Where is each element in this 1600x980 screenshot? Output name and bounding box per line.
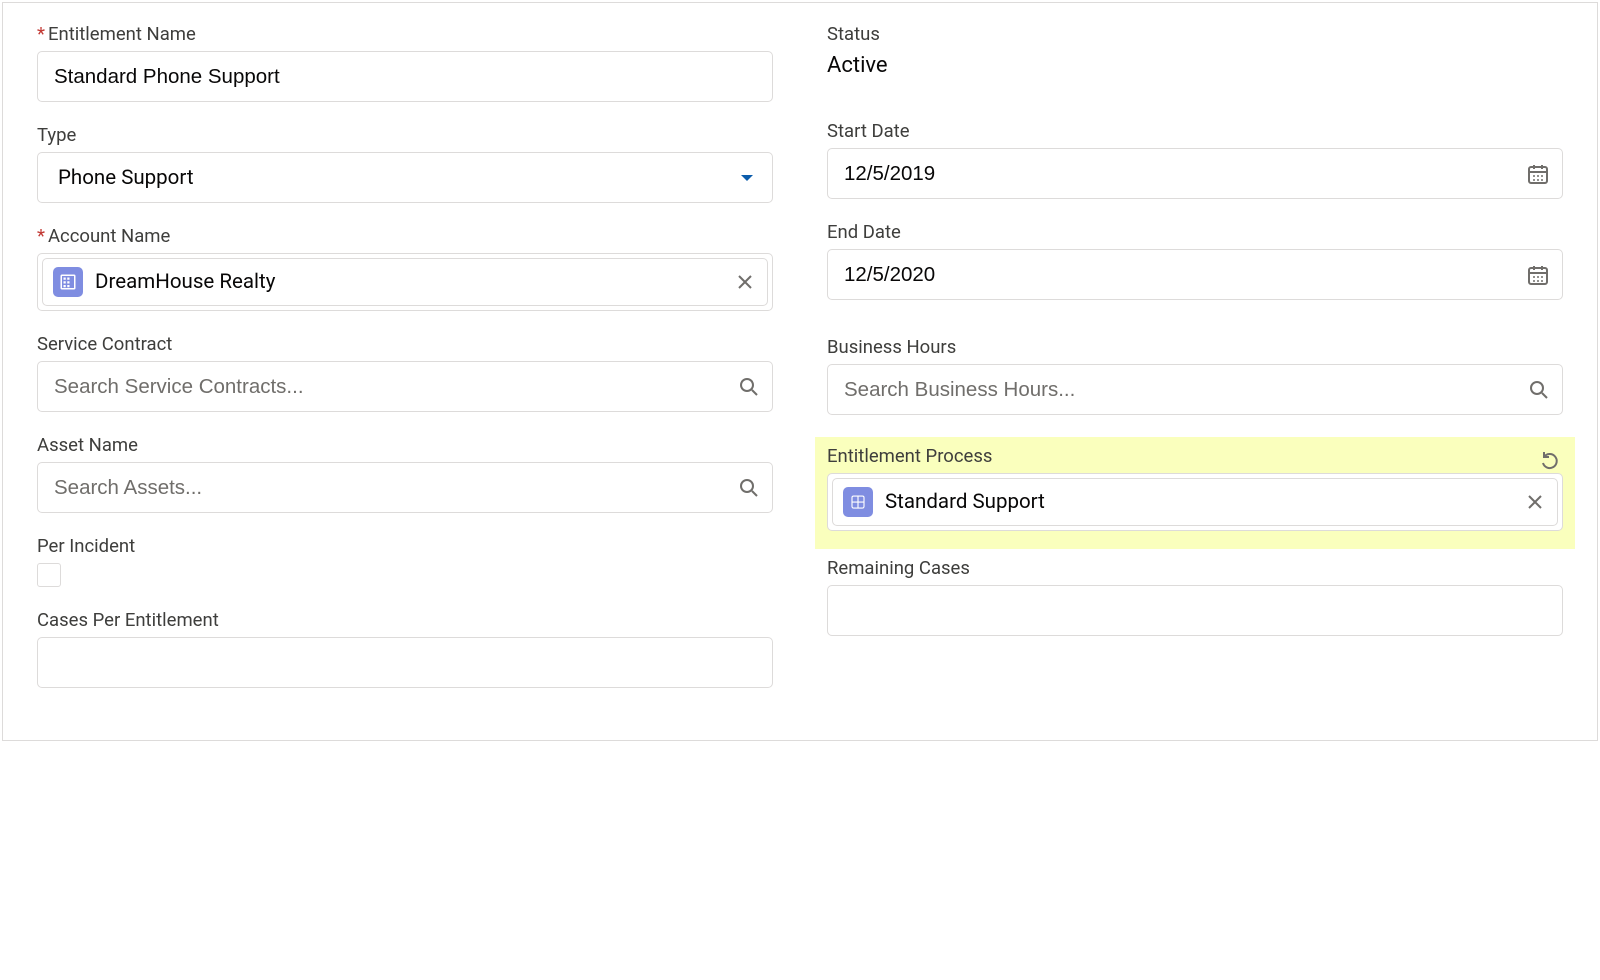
service-contract-field: Service Contract (37, 333, 773, 412)
business-hours-field: Business Hours (827, 336, 1563, 415)
calendar-icon[interactable] (1527, 264, 1549, 286)
left-column: Entitlement Name Type Phone Support Acco… (37, 23, 773, 710)
cases-per-entitlement-input[interactable] (37, 637, 773, 688)
start-date-field: Start Date (827, 120, 1563, 199)
start-date-label: Start Date (827, 120, 1563, 142)
entitlement-form: Entitlement Name Type Phone Support Acco… (2, 2, 1598, 741)
entitlement-process-label: Entitlement Process (827, 445, 1563, 467)
per-incident-field: Per Incident (37, 535, 773, 587)
end-date-field: End Date (827, 221, 1563, 300)
caret-down-icon (740, 173, 754, 183)
business-hours-input[interactable] (827, 364, 1563, 415)
cases-per-entitlement-label: Cases Per Entitlement (37, 609, 773, 631)
calendar-icon[interactable] (1527, 163, 1549, 185)
account-name-label: Account Name (37, 225, 773, 247)
business-hours-label: Business Hours (827, 336, 1563, 358)
asset-name-field: Asset Name (37, 434, 773, 513)
per-incident-checkbox[interactable] (37, 563, 61, 587)
entitlement-process-icon (843, 487, 873, 517)
account-icon (53, 267, 83, 297)
entitlement-process-field: Entitlement Process Standard Support (815, 437, 1575, 549)
end-date-input[interactable] (827, 249, 1563, 300)
per-incident-label: Per Incident (37, 535, 773, 557)
type-value: Phone Support (58, 166, 194, 190)
type-select[interactable]: Phone Support (37, 152, 773, 203)
service-contract-input[interactable] (37, 361, 773, 412)
service-contract-label: Service Contract (37, 333, 773, 355)
end-date-label: End Date (827, 221, 1563, 243)
entitlement-process-value: Standard Support (885, 490, 1511, 514)
remaining-cases-input[interactable] (827, 585, 1563, 636)
entitlement-process-lookup[interactable]: Standard Support (827, 473, 1563, 531)
type-label: Type (37, 124, 773, 146)
status-label: Status (827, 23, 1563, 45)
asset-name-label: Asset Name (37, 434, 773, 456)
entitlement-process-pill: Standard Support (832, 478, 1558, 526)
asset-name-input[interactable] (37, 462, 773, 513)
remaining-cases-field: Remaining Cases (827, 557, 1563, 636)
account-name-field: Account Name DreamHouse Realty (37, 225, 773, 311)
entitlement-name-input[interactable] (37, 51, 773, 102)
cases-per-entitlement-field: Cases Per Entitlement (37, 609, 773, 688)
status-value: Active (827, 51, 1563, 78)
entitlement-name-field: Entitlement Name (37, 23, 773, 102)
account-name-pill: DreamHouse Realty (42, 258, 768, 306)
start-date-input[interactable] (827, 148, 1563, 199)
type-field: Type Phone Support (37, 124, 773, 203)
clear-account-icon[interactable] (733, 270, 757, 294)
right-column: Status Active Start Date End Date Busin (827, 23, 1563, 710)
clear-entitlement-process-icon[interactable] (1523, 490, 1547, 514)
account-name-lookup[interactable]: DreamHouse Realty (37, 253, 773, 311)
entitlement-name-label: Entitlement Name (37, 23, 773, 45)
account-name-value: DreamHouse Realty (95, 270, 721, 294)
undo-icon[interactable] (1539, 449, 1561, 471)
remaining-cases-label: Remaining Cases (827, 557, 1563, 579)
status-field: Status Active (827, 23, 1563, 78)
